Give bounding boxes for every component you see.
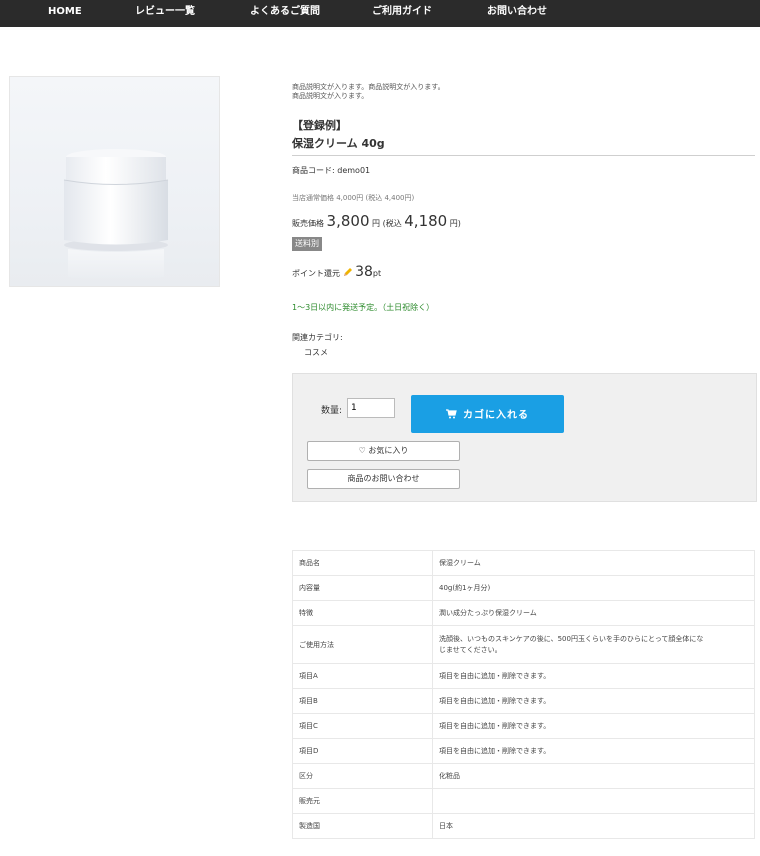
nav-faq[interactable]: よくあるご質問 bbox=[250, 0, 320, 27]
points: ポイント還元 38pt bbox=[292, 264, 381, 280]
points-value: 38 bbox=[355, 264, 373, 280]
sale-yen: 円 bbox=[369, 219, 381, 228]
tax-price-value: 4,180 bbox=[404, 212, 448, 230]
points-label: ポイント還元 bbox=[292, 269, 343, 278]
spec-value-line: 洗顔後、いつものスキンケアの後に、500円玉くらいを手のひらにとって顔全体にな bbox=[439, 634, 704, 643]
shipping-badge: 送料別 bbox=[292, 237, 322, 251]
table-row: 区分 化粧品 bbox=[292, 763, 755, 789]
quantity-label: 数量: bbox=[321, 406, 343, 416]
spec-key: 商品名 bbox=[292, 550, 433, 576]
nav-home[interactable]: HOME bbox=[48, 0, 82, 27]
product-code: 商品コード: demo01 bbox=[292, 165, 370, 176]
product-description: 商品説明文が入ります。商品説明文が入ります。 商品説明文が入ります。 bbox=[292, 83, 445, 101]
tax-close: 円) bbox=[447, 219, 461, 228]
points-unit: pt bbox=[372, 269, 382, 278]
table-row: 項目D 項目を自由に追加・削除できます。 bbox=[292, 738, 755, 764]
spec-value: 化粧品 bbox=[432, 763, 755, 789]
code-value: demo01 bbox=[337, 166, 371, 175]
spec-value: 潤い成分たっぷり保湿クリーム bbox=[432, 600, 755, 626]
table-row: 商品名 保湿クリーム bbox=[292, 550, 755, 576]
table-row: 特徴 潤い成分たっぷり保湿クリーム bbox=[292, 600, 755, 626]
add-to-cart-button[interactable]: カゴに入れる bbox=[411, 395, 564, 433]
code-label: 商品コード: bbox=[292, 166, 338, 175]
category-link[interactable]: コスメ bbox=[304, 347, 328, 358]
spec-value: 40g(約1ヶ月分) bbox=[432, 575, 755, 601]
top-nav: HOME レビュー一覧 よくあるご質問 ご利用ガイド お問い合わせ bbox=[0, 0, 760, 27]
spec-value: 保湿クリーム bbox=[432, 550, 755, 576]
nav-contact[interactable]: お問い合わせ bbox=[487, 0, 547, 27]
spec-value-line: じませてください。 bbox=[439, 645, 502, 654]
product-image[interactable] bbox=[9, 76, 220, 287]
spec-key: 販売元 bbox=[292, 788, 433, 814]
category-label: 関連カテゴリ: bbox=[292, 333, 343, 342]
spec-key: 項目B bbox=[292, 688, 433, 714]
description-line: 商品説明文が入ります。商品説明文が入ります。 bbox=[292, 83, 445, 91]
cream-jar-image bbox=[63, 149, 169, 280]
spec-key: 項目A bbox=[292, 663, 433, 689]
spec-value: 項目を自由に追加・削除できます。 bbox=[432, 738, 755, 764]
cart-box: 数量: カゴに入れる ♡ お気に入り 商品のお問い合わせ bbox=[292, 373, 757, 502]
product-inquiry-button[interactable]: 商品のお問い合わせ bbox=[307, 469, 460, 489]
table-row: 製造国 日本 bbox=[292, 813, 755, 839]
spec-key: 区分 bbox=[292, 763, 433, 789]
title-divider bbox=[292, 155, 755, 156]
favorite-button[interactable]: ♡ お気に入り bbox=[307, 441, 460, 461]
pencil-icon bbox=[343, 267, 353, 279]
sale-price: 販売価格 3,800 円 (税込 4,180 円) bbox=[292, 212, 461, 230]
spec-value: 日本 bbox=[432, 813, 755, 839]
spec-key: 製造国 bbox=[292, 813, 433, 839]
regular-price: 当店通常価格 4,000円 (税込 4,400円) bbox=[292, 194, 415, 202]
sale-price-value: 3,800 bbox=[326, 212, 370, 230]
quantity-input[interactable] bbox=[347, 398, 395, 418]
table-row: 内容量 40g(約1ヶ月分) bbox=[292, 575, 755, 601]
spec-value: 項目を自由に追加・削除できます。 bbox=[432, 688, 755, 714]
table-row: 項目C 項目を自由に追加・削除できます。 bbox=[292, 713, 755, 739]
nav-reviews[interactable]: レビュー一覧 bbox=[135, 0, 195, 27]
spec-key: ご使用方法 bbox=[292, 625, 433, 664]
sale-label: 販売価格 bbox=[292, 219, 327, 228]
spec-key: 内容量 bbox=[292, 575, 433, 601]
cart-icon bbox=[446, 409, 457, 422]
tax-open: (税込 bbox=[380, 219, 405, 228]
description-line: 商品説明文が入ります。 bbox=[292, 92, 369, 100]
spec-table: 商品名 保湿クリーム 内容量 40g(約1ヶ月分) 特徴 潤い成分たっぷり保湿ク… bbox=[292, 550, 755, 839]
add-to-cart-label: カゴに入れる bbox=[463, 410, 529, 421]
table-row: 販売元 bbox=[292, 788, 755, 814]
registration-label: 【登録例】 bbox=[292, 119, 347, 132]
spec-value: 項目を自由に追加・削除できます。 bbox=[432, 713, 755, 739]
spec-key: 項目C bbox=[292, 713, 433, 739]
table-row: 項目B 項目を自由に追加・削除できます。 bbox=[292, 688, 755, 714]
product-name: 保湿クリーム 40g bbox=[292, 137, 385, 150]
spec-value: 項目を自由に追加・削除できます。 bbox=[432, 663, 755, 689]
spec-value: 洗顔後、いつものスキンケアの後に、500円玉くらいを手のひらにとって顔全体にな … bbox=[432, 625, 755, 664]
nav-guide[interactable]: ご利用ガイド bbox=[372, 0, 432, 27]
spec-key: 項目D bbox=[292, 738, 433, 764]
spec-key: 特徴 bbox=[292, 600, 433, 626]
shipping-note: 1〜3日以内に発送予定。（土日祝除く） bbox=[292, 303, 435, 312]
table-row: 項目A 項目を自由に追加・削除できます。 bbox=[292, 663, 755, 689]
table-row: ご使用方法 洗顔後、いつものスキンケアの後に、500円玉くらいを手のひらにとって… bbox=[292, 625, 755, 664]
spec-value bbox=[432, 788, 755, 814]
